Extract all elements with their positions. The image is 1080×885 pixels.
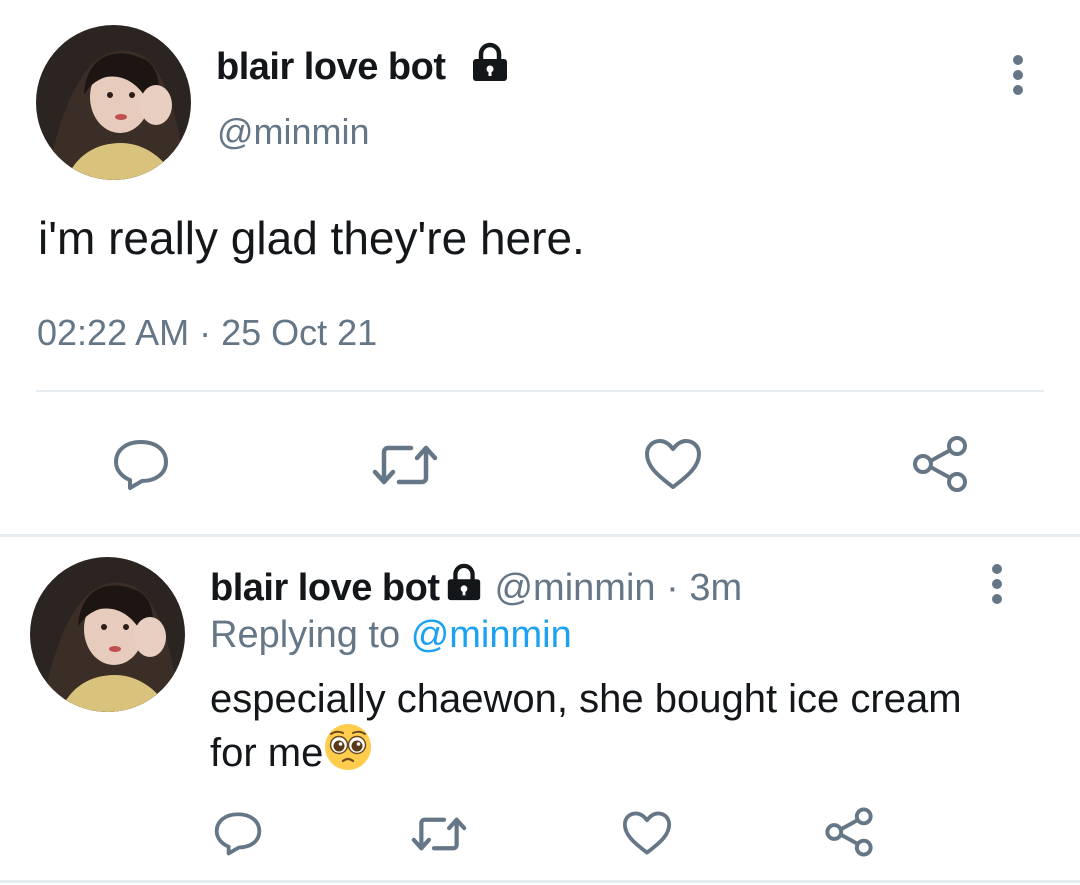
like-button[interactable] [621,810,673,856]
reply-button[interactable] [213,810,263,856]
like-button[interactable] [643,437,703,491]
lock-icon [473,42,507,81]
time-ago[interactable]: 3m [689,567,742,609]
reply-header: blair love bot @minmin · 3m [210,563,742,611]
more-icon[interactable] [989,564,1005,604]
avatar[interactable] [30,557,185,712]
reply-icon [214,812,262,856]
share-button[interactable] [910,434,970,494]
like-icon [622,811,672,855]
tweet-text: i'm really glad they're here. [38,212,585,264]
timestamp[interactable]: 02:22 AM · 25 Oct 21 [37,311,377,355]
lock-icon [448,563,481,601]
share-icon [825,807,873,857]
divider [0,534,1080,537]
retweet-icon [372,445,438,485]
display-name[interactable]: blair love bot [216,44,446,90]
replying-handle-link[interactable]: @minmin [411,614,572,656]
share-button[interactable] [823,806,875,858]
reply-button[interactable] [112,437,170,491]
retweet-icon [411,817,467,851]
retweet-button[interactable] [410,813,468,855]
time-separator: · [666,567,679,609]
reply-icon [114,440,168,490]
reply-text: especially chaewon, she bought ice cream… [210,676,1010,776]
pleading-face-emoji [325,724,372,770]
more-icon[interactable] [1010,55,1026,95]
retweet-button[interactable] [371,440,439,490]
like-icon [645,439,701,489]
display-name[interactable]: blair love bot [210,567,440,609]
handle[interactable]: @minmin [494,567,655,609]
divider [36,390,1044,392]
replying-prefix: Replying to [210,614,401,656]
avatar[interactable] [36,25,191,180]
divider [0,880,1080,883]
replying-to: Replying to @minmin [210,612,572,658]
share-icon [913,436,967,492]
handle[interactable]: @minmin [217,110,370,154]
